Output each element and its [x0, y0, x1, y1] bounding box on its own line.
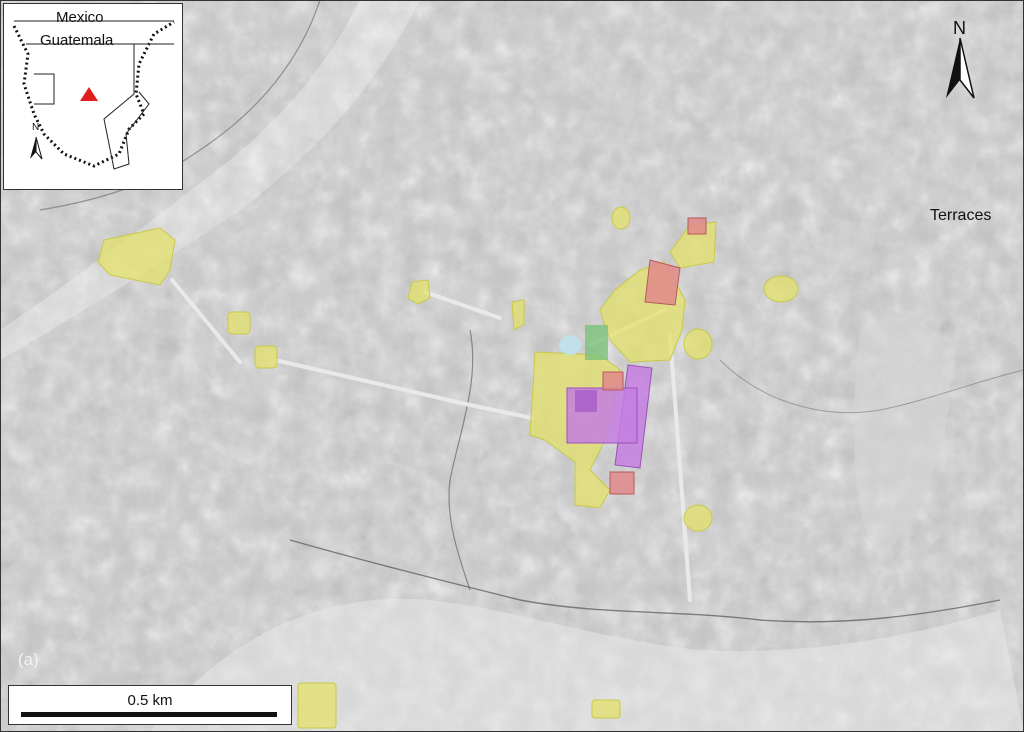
- yellow-zone: [511, 299, 525, 331]
- panel-label: (a): [18, 650, 39, 669]
- department-boundary: [34, 73, 55, 105]
- inset-label-mexico: Mexico: [56, 9, 104, 26]
- inset-locator-map: Mexico Guatemala N: [3, 3, 183, 190]
- green-zone: [585, 325, 608, 360]
- pink-structure: [602, 371, 624, 391]
- inset-label-guatemala: Guatemala: [40, 32, 114, 49]
- department-boundary: [103, 44, 150, 170]
- blue-zone: [559, 335, 581, 355]
- scale-bar: [21, 712, 277, 717]
- north-arrow-label: N: [953, 18, 966, 38]
- yellow-zone: [611, 206, 631, 230]
- yellow-zone: [297, 682, 337, 729]
- yellow-zone: [227, 311, 251, 335]
- inset-north-label: N: [32, 122, 40, 133]
- inset-north-arrow-icon: [30, 137, 36, 159]
- scale-label: 0.5 km: [127, 692, 173, 709]
- purple-mound: [575, 390, 597, 412]
- yellow-zone: [591, 699, 621, 719]
- pink-structure: [609, 471, 635, 495]
- scale-bar-box: 0.5 km: [8, 685, 292, 725]
- yellow-zone: [763, 275, 799, 303]
- terraces-label: Terraces: [930, 207, 992, 224]
- site-triangle-icon: [80, 87, 98, 101]
- pink-structure: [687, 217, 707, 235]
- yellow-zone: [254, 345, 278, 369]
- yellow-zone: [683, 504, 713, 532]
- yellow-zone: [683, 328, 713, 360]
- pink-structure: [644, 259, 681, 306]
